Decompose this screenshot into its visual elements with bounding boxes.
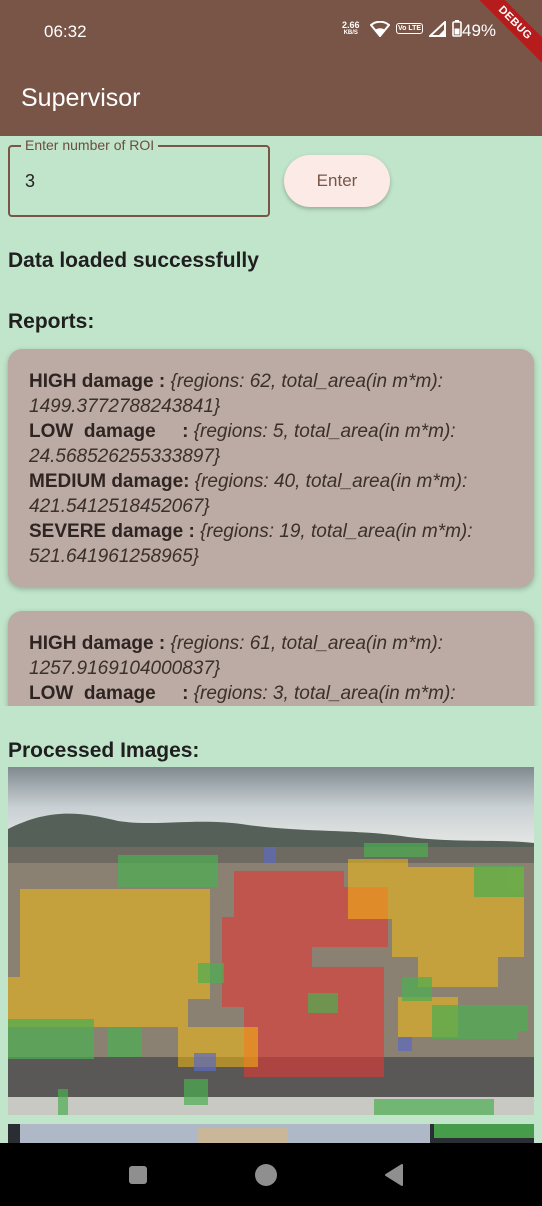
processed-image bbox=[8, 767, 534, 1115]
status-time: 06:32 bbox=[44, 22, 87, 41]
back-triangle-icon bbox=[385, 1164, 403, 1186]
reports-heading: Reports: bbox=[8, 310, 95, 333]
roi-count-input[interactable]: Enter number of ROI 3 bbox=[8, 137, 270, 217]
report-line: HIGH damage : {regions: 62, total_area(i… bbox=[29, 371, 443, 417]
report-card: HIGH damage : {regions: 62, total_area(i… bbox=[8, 349, 534, 587]
volte-icon: Vo LTE bbox=[396, 23, 424, 34]
roi-input-label: Enter number of ROI bbox=[21, 137, 159, 153]
status-icons: Vo LTE bbox=[370, 20, 462, 37]
back-button[interactable] bbox=[380, 1161, 408, 1189]
report-card: HIGH damage : {regions: 61, total_area(i… bbox=[8, 611, 534, 706]
report-line: HIGH damage : {regions: 61, total_area(i… bbox=[29, 633, 443, 679]
processed-image bbox=[8, 1124, 534, 1144]
report-line: MEDIUM damage: {regions: 40, total_area(… bbox=[29, 471, 468, 517]
wifi-icon bbox=[370, 20, 390, 37]
reports-list[interactable]: HIGH damage : {regions: 62, total_area(i… bbox=[0, 342, 542, 706]
processed-images-heading: Processed Images: bbox=[8, 739, 200, 762]
recents-button[interactable] bbox=[124, 1161, 152, 1189]
report-line: LOW damage : {regions: 3, total_area(in … bbox=[29, 683, 456, 704]
damage-overlay-image bbox=[8, 1124, 534, 1144]
signal-icon bbox=[429, 20, 447, 37]
status-message: Data loaded successfully bbox=[8, 249, 259, 272]
damage-overlay-image bbox=[8, 767, 534, 1115]
app-bar: Supervisor bbox=[0, 62, 542, 136]
network-speed-value: 2.66 bbox=[342, 20, 360, 30]
report-line: LOW damage : {regions: 5, total_area(in … bbox=[29, 421, 456, 467]
page-title: Supervisor bbox=[21, 84, 141, 112]
network-speed-unit: KB/S bbox=[343, 30, 358, 36]
battery-icon bbox=[452, 20, 462, 37]
enter-button[interactable]: Enter bbox=[284, 155, 390, 207]
network-speed: 2.66 KB/S bbox=[342, 21, 360, 37]
report-line: SEVERE damage : {regions: 19, total_area… bbox=[29, 521, 473, 567]
home-button[interactable] bbox=[252, 1161, 280, 1189]
circle-icon bbox=[255, 1164, 277, 1186]
square-icon bbox=[129, 1166, 147, 1184]
system-nav-bar bbox=[0, 1143, 542, 1206]
battery-percent: 49% bbox=[462, 21, 497, 40]
status-bar: 06:32 2.66 KB/S Vo LTE 49% DEBUG bbox=[0, 0, 542, 69]
roi-input-value[interactable]: 3 bbox=[25, 171, 35, 192]
